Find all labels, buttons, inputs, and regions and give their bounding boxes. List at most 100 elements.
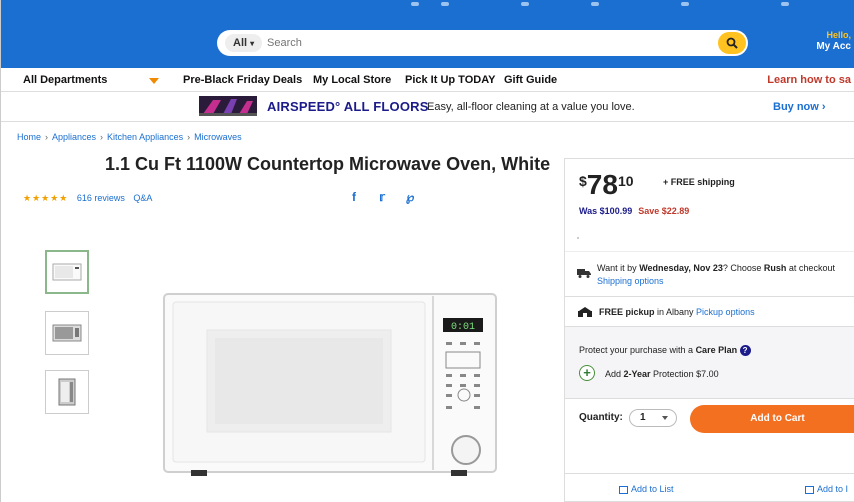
breadcrumb-microwaves[interactable]: Microwaves (194, 132, 242, 142)
chevron-right-icon: › (187, 132, 191, 142)
quantity-select[interactable]: 1 (629, 409, 677, 427)
protection-text: Add (605, 369, 624, 379)
rush-delivery-text: Want it by Wednesday, Nov 23? Choose Rus… (597, 262, 854, 288)
nav-link-pick-it-up-today[interactable]: Pick It Up TODAY (405, 74, 495, 86)
rush-text: at checkout (786, 263, 835, 273)
add-to-list-label: Add to List (631, 484, 674, 494)
protection-price: Protection $7.00 (650, 369, 719, 379)
all-departments-button[interactable]: All Departments (23, 74, 107, 86)
rush-text: Want it by (597, 263, 640, 273)
list-icon (619, 485, 628, 494)
quantity-label: Quantity: (579, 412, 623, 423)
store-icon (578, 307, 592, 317)
breadcrumb-home[interactable]: Home (17, 132, 41, 142)
department-nav: All Departments Pre-Black Friday Deals M… (1, 68, 854, 92)
chevron-down-icon: ▾ (250, 39, 255, 48)
search-department-label: All (233, 37, 248, 49)
protection-plan-option[interactable]: Add 2-Year Protection $7.00 (605, 369, 719, 379)
share-icons: f 𝕣 ℘ (347, 190, 417, 204)
search-department-select[interactable]: All ▾ (225, 34, 263, 52)
promo-banner[interactable]: AIRSPEED° ALL FLOORS Easy, all-floor cle… (1, 92, 854, 122)
product-rating: ★★★★★ 616 reviews Q&A (23, 193, 152, 204)
list-actions: Add to List Add to I (565, 473, 854, 502)
pinterest-icon[interactable]: ℘ (403, 190, 417, 204)
account-menu[interactable]: Hello, My Acc (816, 30, 851, 52)
pickup-location: in Albany (654, 307, 697, 317)
product-thumbnail[interactable] (45, 250, 89, 294)
product-thumbnail[interactable] (45, 370, 89, 414)
search-icon (726, 37, 738, 49)
banner-brand: AIRSPEED° ALL FLOORS (267, 99, 429, 114)
was-price: Was $100.99 Save $22.89 (579, 206, 689, 216)
chevron-right-icon: › (45, 132, 49, 142)
microwave-product-image: 0:01 (163, 293, 497, 476)
nav-link-pre-black-friday[interactable]: Pre-Black Friday Deals (183, 74, 302, 86)
rush-label: Rush (763, 263, 787, 273)
quantity-row: Quantity: 1 Add to Cart (565, 399, 854, 439)
pickup-text: FREE pickup in Albany Pickup options (599, 307, 755, 317)
add-protection-button[interactable]: + (579, 365, 595, 381)
account-greeting: Hello, (826, 30, 851, 40)
add-to-list-button[interactable]: Add to List (619, 484, 674, 494)
page: All ▾ Hello, My Acc All Departments Pre-… (0, 0, 854, 502)
search-input[interactable] (267, 33, 707, 53)
product-thumbnail[interactable] (45, 311, 89, 355)
chevron-right-icon: › (100, 132, 104, 142)
qa-link[interactable]: Q&A (133, 193, 152, 203)
add-to-cart-button[interactable]: Add to Cart (690, 405, 854, 433)
care-plan-text: Protect your purchase with a (579, 345, 696, 355)
care-plan-prompt: Protect your purchase with a Care Plan ? (579, 345, 751, 357)
banner-tagline: Easy, all-floor cleaning at a value you … (427, 101, 635, 113)
site-header: All ▾ Hello, My Acc (1, 0, 854, 68)
twitter-icon[interactable]: 𝕣 (375, 190, 389, 204)
pickup-info: FREE pickup in Albany Pickup options (565, 297, 854, 327)
microwave-thumbnail-image (52, 324, 82, 342)
pickup-bold: FREE pickup (599, 307, 655, 317)
microwave-display-text: 0:01 (451, 322, 475, 333)
search-bar: All ▾ (217, 30, 748, 56)
price: $7810 (579, 169, 634, 201)
free-shipping-label: + FREE shipping (663, 177, 735, 187)
breadcrumb: Home › Appliances › Kitchen Appliances › Micro… (17, 132, 242, 142)
plus-icon: + (583, 365, 591, 380)
breadcrumb-appliances[interactable]: Appliances (52, 132, 96, 142)
search-button[interactable] (718, 32, 746, 54)
header-top-strip (381, 0, 801, 10)
rush-text: ? Choose (722, 263, 764, 273)
chevron-down-icon[interactable] (149, 78, 159, 84)
registry-icon (805, 485, 814, 494)
account-label: My Acc (816, 41, 851, 52)
pickup-options-link[interactable]: Pickup options (696, 307, 755, 317)
product-title: 1.1 Cu Ft 1100W Countertop Microwave Ove… (105, 154, 551, 174)
nav-link-learn[interactable]: Learn how to sa (767, 74, 851, 86)
rush-date: Wednesday, Nov 23 (639, 263, 723, 273)
help-icon[interactable]: ? (739, 345, 751, 357)
banner-buy-now-link[interactable]: Buy now › (773, 101, 826, 113)
care-plan-section: Protect your purchase with a Care Plan ?… (565, 327, 854, 399)
nav-link-gift-guide[interactable]: Gift Guide (504, 74, 557, 86)
nav-link-my-local-store[interactable]: My Local Store (313, 74, 391, 86)
was-price-text: Was $100.99 (579, 206, 633, 216)
protection-duration: 2-Year (623, 369, 651, 379)
star-rating-icon: ★★★★★ (23, 193, 69, 203)
price-currency: $ (579, 173, 587, 189)
quantity-value: 1 (640, 412, 646, 423)
shipping-options-link[interactable]: Shipping options (597, 276, 664, 286)
price-cents: 10 (617, 173, 634, 189)
microwave-thumbnail-image (58, 378, 76, 406)
add-to-registry-button[interactable]: Add to I (805, 484, 848, 494)
vacuum-product-image (199, 96, 257, 116)
buy-box: $7810 + FREE shipping Was $100.99 Save $2… (564, 158, 854, 502)
truck-icon (577, 269, 591, 278)
microwave-thumbnail-image (52, 263, 82, 281)
price-dollars: 78 (586, 169, 618, 200)
chevron-down-icon (662, 416, 668, 420)
delivery-info: Want it by Wednesday, Nov 23? Choose Rus… (565, 251, 854, 297)
divider (577, 237, 579, 239)
save-amount: Save $22.89 (638, 206, 690, 216)
care-plan-label: Care Plan (695, 345, 738, 355)
shipping-text: + FREE shipping (663, 177, 735, 187)
reviews-link[interactable]: 616 reviews (77, 193, 125, 203)
breadcrumb-kitchen-appliances[interactable]: Kitchen Appliances (107, 132, 183, 142)
facebook-icon[interactable]: f (347, 190, 361, 204)
